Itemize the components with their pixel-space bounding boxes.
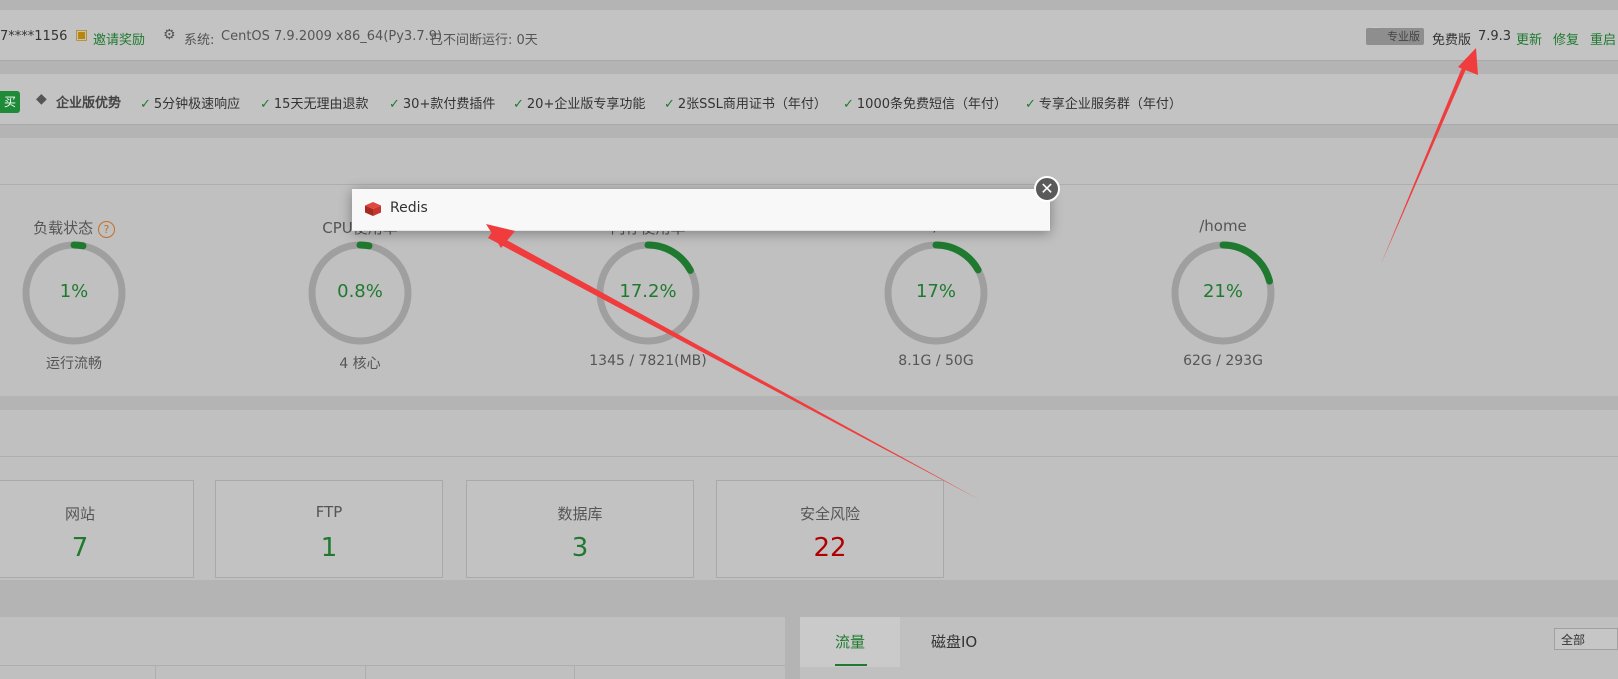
arrow-to-version-shaft [1381, 58, 1470, 264]
arrow-to-modal-shaft [488, 232, 980, 500]
annotation-arrows [486, 48, 1478, 500]
